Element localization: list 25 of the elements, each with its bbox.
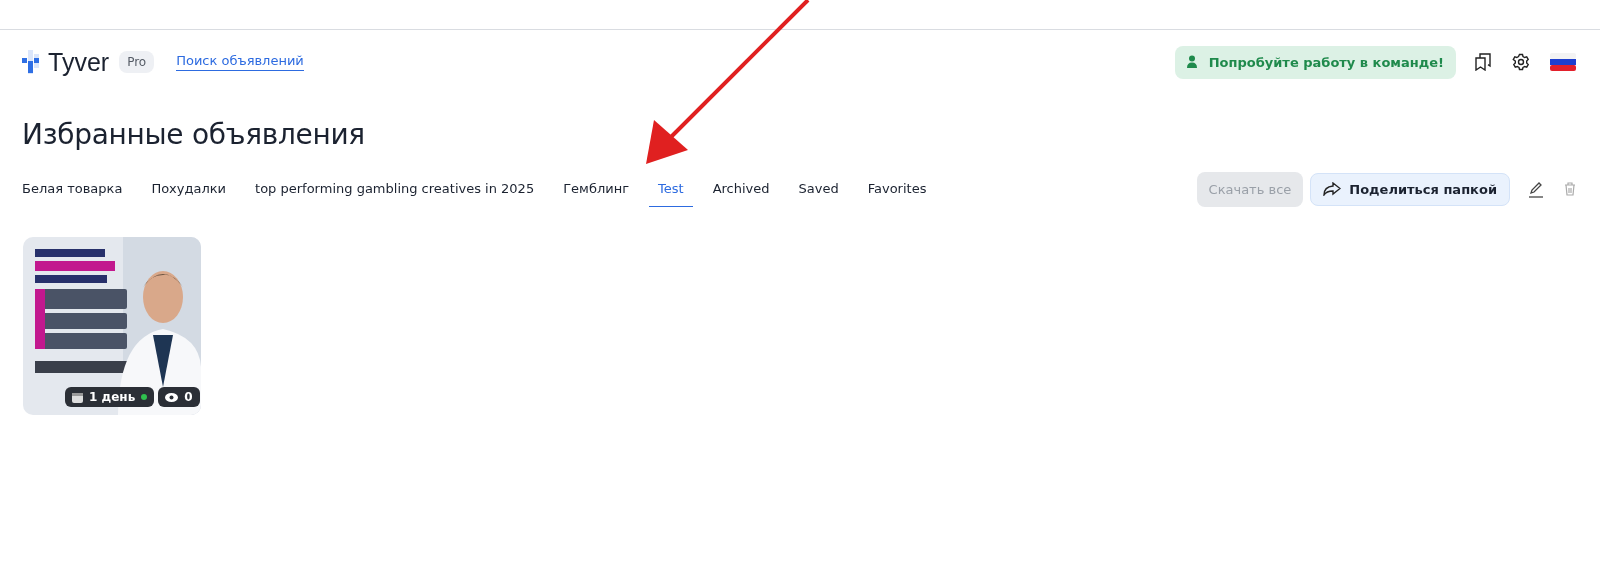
share-icon (1323, 182, 1342, 196)
team-button[interactable]: Попробуйте работу в команде! (1174, 45, 1456, 79)
folder-tab[interactable]: Белая товарка (22, 171, 123, 207)
folder-tab[interactable]: Favorites (867, 171, 927, 207)
folder-tab[interactable]: Test (649, 171, 693, 207)
calendar-icon (72, 391, 83, 403)
views-count: 0 (184, 390, 193, 404)
logo-text: Tyver (48, 47, 110, 77)
folder-tab[interactable]: Гемблинг (563, 171, 629, 207)
person-icon (1186, 55, 1199, 69)
search-ads-link[interactable]: Поиск объявлений (176, 53, 304, 71)
folder-tab[interactable]: Saved (798, 171, 839, 207)
page-title: Избранные объявления (22, 118, 366, 151)
age-text: 1 день (89, 390, 136, 404)
folder-tab[interactable]: Archived (712, 171, 770, 207)
share-folder-button[interactable]: Поделиться папкой (1310, 172, 1510, 206)
plan-badge: Pro (119, 51, 155, 73)
russia-flag-icon[interactable] (1550, 53, 1576, 71)
folder-tab[interactable]: top performing gambling creatives in 2025 (255, 171, 535, 207)
bookmarks-icon[interactable] (1474, 53, 1492, 71)
logo-icon (22, 50, 40, 74)
settings-icon[interactable] (1512, 53, 1530, 71)
eye-icon (165, 392, 179, 402)
edit-icon[interactable] (1528, 180, 1544, 198)
folder-tab[interactable]: Похудалки (151, 171, 227, 207)
